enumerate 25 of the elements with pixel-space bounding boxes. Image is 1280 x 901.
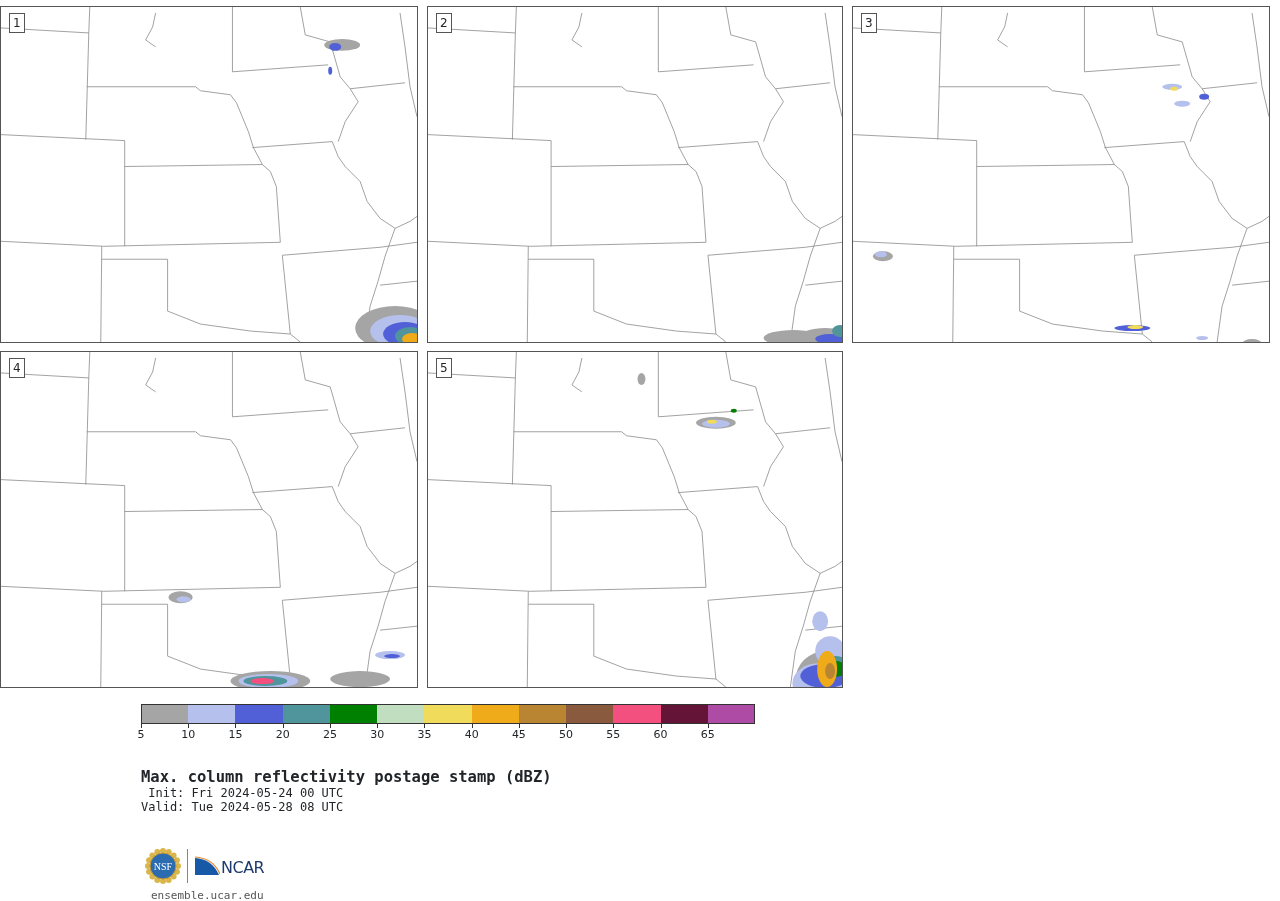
- website-url: ensemble.ucar.edu: [150, 888, 265, 901]
- member-number-label: 5: [436, 358, 452, 378]
- tick-label: 60: [652, 728, 669, 742]
- valid-time: Valid: Tue 2024-05-28 08 UTC: [141, 800, 345, 814]
- tick-label: 15: [227, 728, 244, 742]
- tick-label: 50: [558, 728, 575, 742]
- tick-label: 5: [136, 728, 146, 742]
- tick-label: 40: [463, 728, 480, 742]
- ncar-arc-icon: [194, 856, 220, 876]
- member-number-label: 3: [861, 13, 877, 33]
- ncar-logo-text: NCAR: [221, 860, 265, 876]
- tick-label: 30: [369, 728, 386, 742]
- member-number-label: 1: [9, 13, 25, 33]
- tick-label: 20: [274, 728, 291, 742]
- tick-label: 25: [321, 728, 338, 742]
- tick-label: 65: [699, 728, 716, 742]
- tick-label: 35: [416, 728, 433, 742]
- tick-label: 55: [605, 728, 622, 742]
- init-time: Init: Fri 2024-05-24 00 UTC: [147, 786, 345, 800]
- tick-label: 10: [180, 728, 197, 742]
- chart-title: Max. column reflectivity postage stamp (dBZ): [141, 768, 553, 786]
- tick-label: 45: [510, 728, 527, 742]
- member-number-label: 2: [436, 13, 452, 33]
- member-number-label: 4: [9, 358, 25, 378]
- nsf-logo: NSF: [145, 848, 181, 884]
